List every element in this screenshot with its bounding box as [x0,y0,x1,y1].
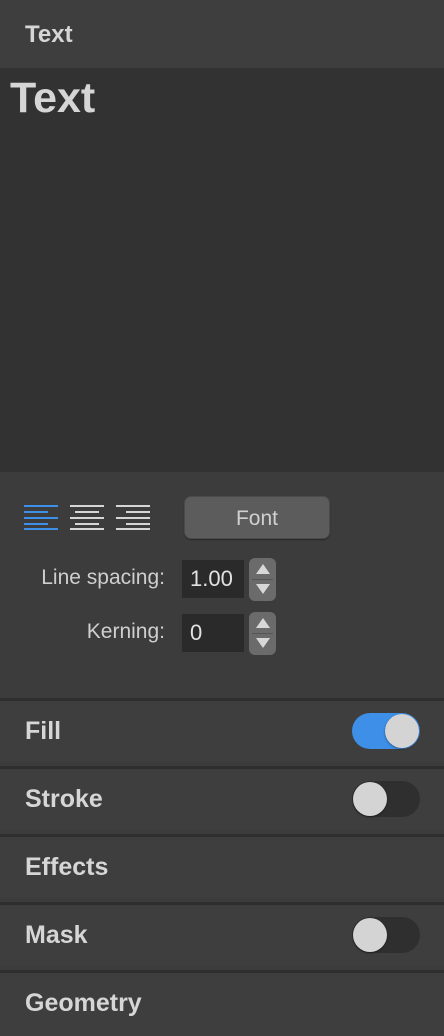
toggle-knob [385,714,419,748]
toggle-knob [353,918,387,952]
kerning-increment-button[interactable] [249,612,276,633]
stroke-section-title: Stroke [25,785,103,813]
geometry-section[interactable]: Geometry [0,970,444,1036]
fill-section[interactable]: Fill [0,698,444,762]
align-left-button[interactable] [24,503,58,531]
align-right-icon [116,505,150,530]
line-spacing-decrement-button[interactable] [249,580,276,601]
stroke-section[interactable]: Stroke [0,766,444,830]
text-section-header[interactable]: Text [0,0,444,68]
line-spacing-stepper [249,558,276,601]
font-button[interactable]: Font [184,496,330,539]
effects-section[interactable]: Effects [0,834,444,898]
align-left-icon [24,505,58,530]
effects-section-title: Effects [25,853,109,881]
align-right-button[interactable] [116,503,150,531]
kerning-input[interactable]: 0 [182,614,244,652]
line-spacing-input[interactable]: 1.00 [182,560,244,598]
mask-toggle[interactable] [352,917,420,953]
line-spacing-label: Line spacing: [41,566,165,589]
text-preview[interactable]: Text [0,68,444,472]
mask-section[interactable]: Mask [0,902,444,966]
kerning-label: Kerning: [86,620,165,643]
fill-section-title: Fill [25,717,62,745]
kerning-stepper [249,612,276,655]
toggle-knob [353,782,387,816]
stroke-toggle[interactable] [352,781,420,817]
align-center-icon [70,505,104,530]
geometry-section-title: Geometry [25,989,142,1017]
mask-section-title: Mask [25,921,88,949]
fill-toggle[interactable] [352,713,420,749]
align-center-button[interactable] [70,503,104,531]
kerning-decrement-button[interactable] [249,634,276,655]
text-inspector-panel: Text Text Font Line spacing: 1.00 Kernin… [0,0,444,1036]
line-spacing-increment-button[interactable] [249,558,276,579]
text-preview-content: Text [10,74,96,122]
text-section-title: Text [25,21,73,48]
